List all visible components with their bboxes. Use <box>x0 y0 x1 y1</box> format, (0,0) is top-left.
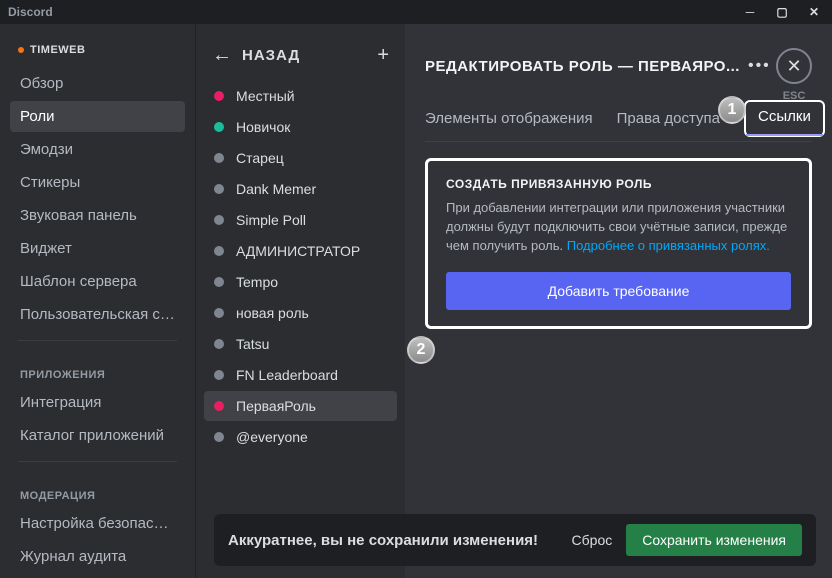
app-title: Discord <box>8 5 53 19</box>
role-color-dot <box>214 370 224 380</box>
sidebar-item-template[interactable]: Шаблон сервера <box>10 266 185 297</box>
linked-role-title: СОЗДАТЬ ПРИВЯЗАННУЮ РОЛЬ <box>446 177 791 191</box>
role-name: Dank Memer <box>236 181 316 197</box>
sidebar-item-overview[interactable]: Обзор <box>10 68 185 99</box>
reset-button[interactable]: Сброс <box>558 524 627 556</box>
role-name: Tatsu <box>236 336 269 352</box>
sidebar-item-custom-link[interactable]: Пользовательская сс... <box>10 299 185 330</box>
role-name: новая роль <box>236 305 309 321</box>
main-area: TIMEWEB Обзор Роли Эмодзи Стикеры Звуков… <box>0 24 832 578</box>
title-bar: Discord ─ ▢ ✕ <box>0 0 832 24</box>
sidebar-header-moderation: МОДЕРАЦИЯ <box>10 472 185 508</box>
role-name: Местный <box>236 88 295 104</box>
role-item[interactable]: Simple Poll <box>204 205 397 235</box>
role-color-dot <box>214 339 224 349</box>
sidebar-item-stickers[interactable]: Стикеры <box>10 167 185 198</box>
unsaved-message: Аккуратнее, вы не сохранили изменения! <box>228 532 558 549</box>
add-role-icon[interactable]: + <box>377 44 389 67</box>
maximize-icon[interactable]: ▢ <box>768 1 796 23</box>
role-item[interactable]: FN Leaderboard <box>204 360 397 390</box>
divider <box>18 461 177 462</box>
sidebar-item-integrations[interactable]: Интеграция <box>10 387 185 418</box>
save-button[interactable]: Сохранить изменения <box>626 524 802 556</box>
tabs: Элементы отображения Права доступа Ссылк… <box>425 100 812 142</box>
learn-more-link[interactable]: Подробнее о привязанных ролях. <box>567 238 770 253</box>
sidebar-item-emoji[interactable]: Эмодзи <box>10 134 185 165</box>
window-controls: ─ ▢ ✕ <box>736 1 832 23</box>
back-label[interactable]: НАЗАД <box>242 47 377 64</box>
role-color-dot <box>214 122 224 132</box>
sidebar-item-widget[interactable]: Виджет <box>10 233 185 264</box>
role-item[interactable]: АДМИНИСТРАТОР <box>204 236 397 266</box>
role-name: Старец <box>236 150 284 166</box>
tab-links[interactable]: Ссылки <box>744 100 825 137</box>
role-item[interactable]: Старец <box>204 143 397 173</box>
role-name: Tempo <box>236 274 278 290</box>
sidebar-header-apps: ПРИЛОЖЕНИЯ <box>10 351 185 387</box>
server-dot-icon <box>18 47 24 53</box>
role-name: Simple Poll <box>236 212 306 228</box>
role-name: Новичок <box>236 119 290 135</box>
role-item[interactable]: Новичок <box>204 112 397 142</box>
role-color-dot <box>214 184 224 194</box>
role-color-dot <box>214 246 224 256</box>
minimize-icon[interactable]: ─ <box>736 1 764 23</box>
role-color-dot <box>214 215 224 225</box>
role-name: ПерваяРоль <box>236 398 316 414</box>
close-button[interactable]: ✕ ESC <box>776 48 812 84</box>
roles-list: Местный Новичок Старец Dank Memer Simple Pol… <box>204 81 397 452</box>
callout-badge-1: 1 <box>718 96 746 124</box>
roles-back-row: ← НАЗАД + <box>204 44 397 81</box>
more-icon[interactable]: ••• <box>748 57 771 75</box>
linked-role-description: При добавлении интеграции или приложения… <box>446 199 791 256</box>
role-item[interactable]: новая роль <box>204 298 397 328</box>
role-name: FN Leaderboard <box>236 367 338 383</box>
linked-role-panel: СОЗДАТЬ ПРИВЯЗАННУЮ РОЛЬ При добавлении … <box>425 158 812 329</box>
settings-sidebar: TIMEWEB Обзор Роли Эмодзи Стикеры Звуков… <box>0 24 195 578</box>
content-column: РЕДАКТИРОВАТЬ РОЛЬ — ПЕРВАЯРО... ••• ✕ E… <box>405 24 832 578</box>
add-requirement-button[interactable]: Добавить требование <box>446 272 791 310</box>
role-item[interactable]: Dank Memer <box>204 174 397 204</box>
callout-badge-2: 2 <box>407 336 435 364</box>
role-color-dot <box>214 277 224 287</box>
sidebar-item-app-directory[interactable]: Каталог приложений <box>10 420 185 451</box>
role-name: АДМИНИСТРАТОР <box>236 243 360 259</box>
unsaved-changes-bar: Аккуратнее, вы не сохранили изменения! С… <box>214 514 816 566</box>
role-color-dot <box>214 91 224 101</box>
sidebar-item-safety[interactable]: Настройка безопасно... <box>10 508 185 539</box>
role-color-dot <box>214 432 224 442</box>
divider <box>18 340 177 341</box>
tab-permissions[interactable]: Права доступа <box>617 110 720 141</box>
role-item[interactable]: ПерваяРоль <box>204 391 397 421</box>
sidebar-item-soundboard[interactable]: Звуковая панель <box>10 200 185 231</box>
tab-display[interactable]: Элементы отображения <box>425 110 593 141</box>
arrow-left-icon[interactable]: ← <box>212 44 232 67</box>
role-color-dot <box>214 401 224 411</box>
close-window-icon[interactable]: ✕ <box>800 1 828 23</box>
role-item[interactable]: Местный <box>204 81 397 111</box>
server-name: TIMEWEB <box>10 44 185 68</box>
roles-column: ← НАЗАД + Местный Новичок Старец Dank Memer… <box>195 24 405 578</box>
role-item[interactable]: Tempo <box>204 267 397 297</box>
sidebar-item-roles[interactable]: Роли <box>10 101 185 132</box>
content-title-row: РЕДАКТИРОВАТЬ РОЛЬ — ПЕРВАЯРО... ••• ✕ E… <box>425 48 812 84</box>
sidebar-item-bans[interactable]: Баны <box>10 574 185 578</box>
page-title: РЕДАКТИРОВАТЬ РОЛЬ — ПЕРВАЯРО... <box>425 58 740 75</box>
role-color-dot <box>214 308 224 318</box>
role-name: @everyone <box>236 429 308 445</box>
role-color-dot <box>214 153 224 163</box>
role-item[interactable]: Tatsu <box>204 329 397 359</box>
role-item[interactable]: @everyone <box>204 422 397 452</box>
sidebar-item-audit[interactable]: Журнал аудита <box>10 541 185 572</box>
